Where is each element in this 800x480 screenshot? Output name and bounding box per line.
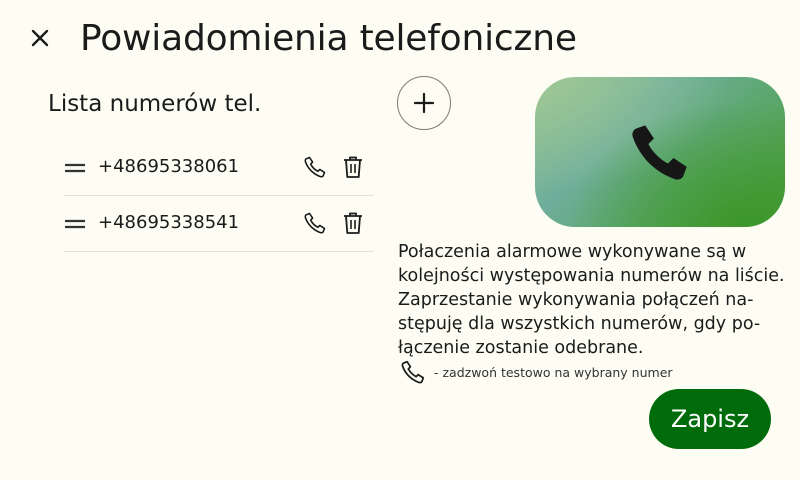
phone-icon [401,360,425,384]
delete-button[interactable] [338,208,368,238]
plus-icon [413,92,435,114]
legend-text: - zadzwoń testowo na wybrany numer [434,364,673,380]
phone-illustration [535,77,785,227]
phone-number: +48695338061 [98,156,240,177]
phone-icon [632,125,687,180]
trash-icon [344,156,362,178]
list-title: Lista numerów tel. [48,91,262,117]
phone-number: +48695338541 [98,212,240,233]
save-button[interactable]: Zapisz [649,389,771,449]
test-call-button[interactable] [300,152,330,182]
list-item: +48695338061 [64,140,374,196]
phone-icon [304,156,326,178]
page-title: Powiadomienia telefoniczne [80,18,577,59]
test-call-button[interactable] [300,208,330,238]
phone-icon [304,212,326,234]
trash-icon [344,212,362,234]
info-text: Połaczenia alarmowe wykonywane są w kole… [398,242,785,358]
drag-handle-icon[interactable] [64,158,86,178]
legend: - zadzwoń testowo na wybrany numer [400,359,673,385]
delete-button[interactable] [338,152,368,182]
drag-handle-icon[interactable] [64,214,86,234]
list-item: +48695338541 [64,196,374,252]
close-button[interactable] [24,22,56,54]
phone-number-list: +48695338061 +48695338541 [64,140,374,252]
add-number-button[interactable] [397,76,451,130]
close-icon [31,29,49,47]
